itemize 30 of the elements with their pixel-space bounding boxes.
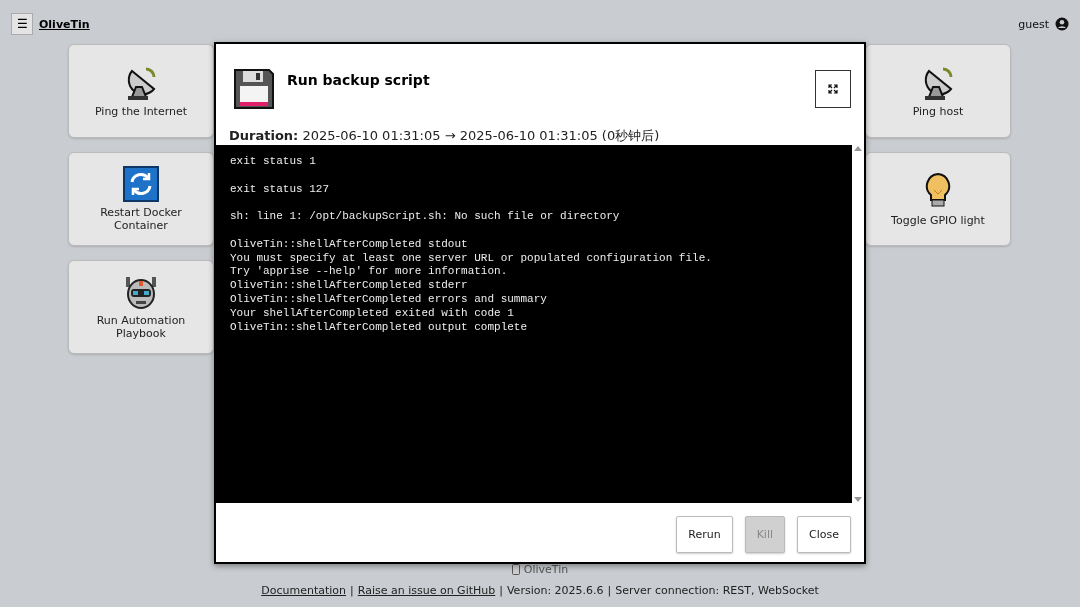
fullscreen-button[interactable] [815,70,851,108]
footer-link[interactable]: Raise an issue on GitHub [357,584,496,597]
footer-text: Version: 2025.6.6 [506,584,604,597]
logo-icon [511,564,520,575]
robot-icon [123,274,159,310]
site-title[interactable]: OliveTin [39,17,90,31]
action-button[interactable]: Run Automation Playbook [68,260,214,354]
separator: | [607,584,612,597]
scroll-up-icon[interactable] [854,145,862,151]
refresh-icon [123,166,159,202]
scroll-down-icon[interactable] [854,497,862,503]
terminal-output: exit status 1 exit status 127 sh: line 1: /opt/backupScript.sh: No such file or directory OliveTin::shellAfterCompleted stdout You must specify at least one server URL or populated configuration file. Try 'apprise --help' for more information. OliveTin::shellAfterCompleted stderr OliveTin::shellAfterCompleted errors and summary Your shellAfterCompleted exited with code 1 OliveTin::shellAfterCompleted output complete [216,145,852,503]
dialog-button[interactable]: Rerun [676,516,733,553]
dialog-title: Run backup script [287,72,431,88]
menu-button[interactable]: ☰ [11,13,33,35]
action-button[interactable]: Ping host [865,44,1011,138]
user-name[interactable]: guest [1018,17,1049,31]
duration-text: Duration: 2025-06-10 01:31:05 → 2025-06-10 01:31:05 (0秒钟后) [228,127,661,145]
separator: | [499,584,503,597]
action-button[interactable]: Toggle GPIO light [865,152,1011,246]
footer-link[interactable]: Documentation [261,584,347,597]
dialog-button[interactable]: Close [797,516,851,553]
user-icon[interactable] [1055,17,1069,31]
footer-brand: OliveTin [523,563,569,576]
separator: | [350,584,354,597]
action-button[interactable]: Ping the Internet [68,44,214,138]
footer-text: Server connection: REST, WebSocket [615,584,819,597]
light-bulb-icon [924,171,952,210]
fullscreen-icon [828,84,838,94]
action-button[interactable]: Restart Docker Container [68,152,214,246]
